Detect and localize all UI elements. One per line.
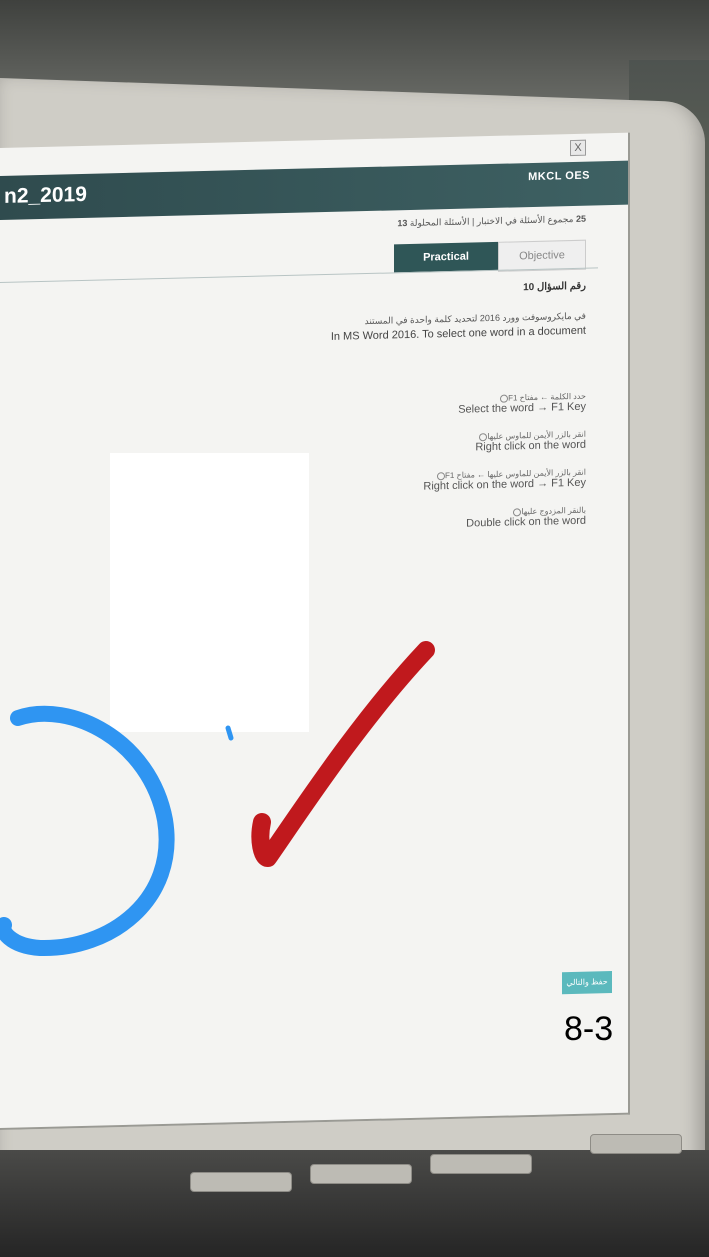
checkmark-annotation [251,641,435,867]
overlay-label: 8-3 [564,1010,614,1048]
circle-annotation [0,705,175,957]
annotation-layer [0,641,435,957]
pen-dot [225,725,234,741]
